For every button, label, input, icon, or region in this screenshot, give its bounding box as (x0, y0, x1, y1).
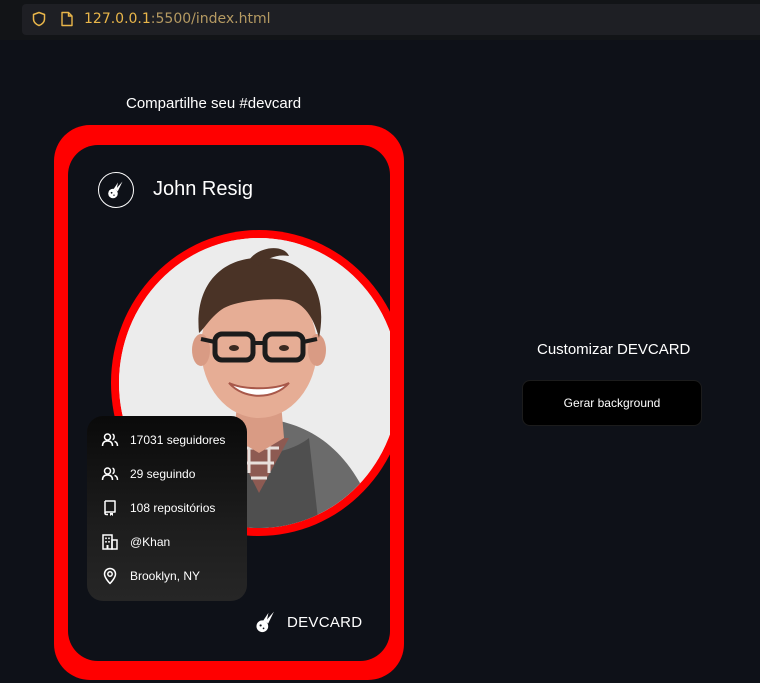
shield-icon[interactable] (31, 11, 47, 27)
customize-title: Customizar DEVCARD (537, 341, 691, 358)
stat-repositories: 108 repositórios (101, 498, 215, 518)
stat-following-text: 29 seguindo (130, 467, 196, 481)
stat-company-text: @Khan (130, 535, 171, 549)
logo-badge (98, 172, 134, 208)
brand-label: DEVCARD (287, 613, 363, 631)
stat-followers: 17031 seguidores (101, 430, 225, 450)
browser-toolbar: 127.0.0.1:5500/index.html (0, 0, 760, 40)
stat-repositories-text: 108 repositórios (130, 501, 216, 515)
url-text[interactable]: 127.0.0.1:5500/index.html (84, 11, 271, 28)
location-pin-icon (103, 567, 117, 585)
generate-background-button[interactable]: Gerar background (522, 380, 702, 426)
address-bar[interactable]: 127.0.0.1:5500/index.html (22, 4, 760, 35)
stat-followers-text: 17031 seguidores (130, 433, 226, 447)
share-title: Compartilhe seu #devcard (126, 95, 302, 112)
url-path: :5500/index.html (150, 11, 271, 27)
page-icon (61, 11, 73, 27)
comet-icon (256, 611, 274, 633)
devcard-brand: DEVCARD (255, 609, 362, 635)
devcard-inner: John Resig 17031 seguidores 29 seguindo … (68, 145, 390, 661)
url-host: 127.0.0.1 (84, 11, 151, 27)
repository-icon (104, 500, 116, 516)
stats-panel: 17031 seguidores 29 seguindo 108 reposit… (87, 416, 247, 601)
stat-company: @Khan (101, 532, 170, 552)
user-name: John Resig (153, 178, 254, 200)
following-icon (101, 467, 119, 481)
stat-location-text: Brooklyn, NY (130, 569, 201, 583)
followers-icon (101, 433, 119, 447)
company-icon (102, 534, 118, 550)
comet-icon (108, 181, 123, 199)
stat-location: Brooklyn, NY (101, 566, 200, 586)
devcard: John Resig 17031 seguidores 29 seguindo … (54, 125, 404, 680)
stat-following: 29 seguindo (101, 464, 195, 484)
